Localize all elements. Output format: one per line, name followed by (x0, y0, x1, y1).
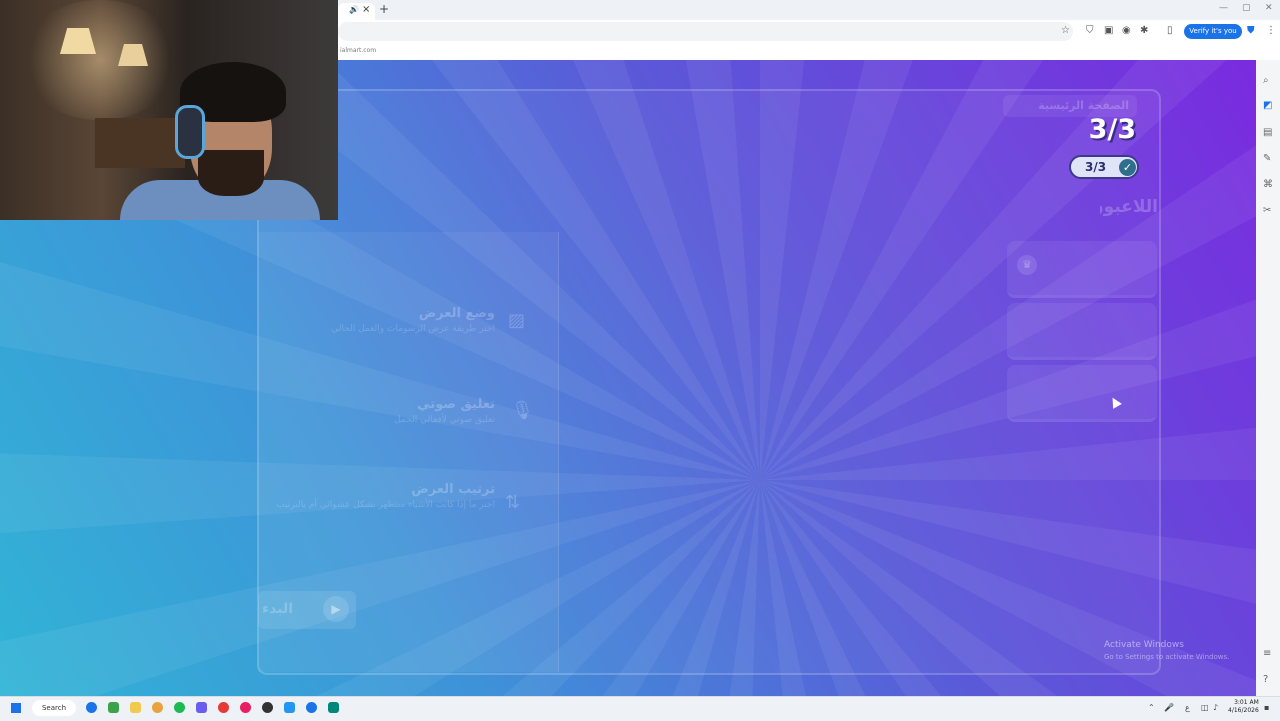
microphone-icon: 🎙 (511, 400, 534, 421)
player-slot-1[interactable]: ♛ (1007, 241, 1157, 298)
edge-icon[interactable] (86, 702, 97, 713)
extension-video-icon[interactable]: ▣ (1104, 25, 1113, 36)
bookmark-star-icon[interactable]: ☆ (1061, 25, 1070, 36)
option-desc: اختر ما إذا كانت الأشياء ستظهر بشكل عشوا… (276, 500, 495, 510)
music-app-icon[interactable] (240, 702, 251, 713)
extensions-puzzle-icon[interactable]: ✱ (1140, 25, 1148, 36)
close-window-icon[interactable]: ✕ (1265, 3, 1273, 13)
tray-volume-icon[interactable]: ♪ (1213, 703, 1218, 712)
tray-chevron-icon[interactable]: ⌃ (1148, 703, 1155, 712)
sidepanel-icon[interactable]: ▯ (1167, 25, 1173, 36)
score-display: 3/3 (1088, 114, 1136, 145)
bookmarks-bar (338, 44, 1280, 60)
bookmark-link[interactable]: ialmart.com (340, 47, 376, 54)
clock-time: 3:01 AM (1234, 699, 1259, 706)
tray-language-icon[interactable]: ع (1185, 703, 1190, 712)
tray-wifi-icon[interactable]: ◫ (1201, 703, 1209, 712)
obs-icon[interactable] (262, 702, 273, 713)
option-title: ترتيب العرض (411, 482, 495, 497)
clock-date: 4/16/2026 (1228, 707, 1259, 714)
taskbar-search[interactable]: Search (32, 700, 76, 716)
notification-icon[interactable]: ▪ (1264, 703, 1269, 712)
security-shield-icon[interactable]: ⛊ (1247, 25, 1255, 36)
image-icon: ▨ (508, 310, 526, 331)
tray-mic-icon[interactable]: 🎤 (1164, 703, 1174, 712)
option-title: وضع العرض (418, 306, 495, 321)
headset (175, 105, 205, 159)
terminal-icon[interactable] (328, 702, 339, 713)
omnibox[interactable] (338, 22, 1073, 41)
spotify-icon[interactable] (174, 702, 185, 713)
tools-icon[interactable]: ✂ (1263, 205, 1271, 216)
option-title: تعليق صوتي (417, 397, 495, 412)
option-desc: تعليق صوتي لأفعالي الحمل (394, 415, 495, 425)
maximize-icon[interactable]: ▢ (1242, 3, 1251, 13)
minecraft-icon[interactable] (108, 702, 119, 713)
menu-icon[interactable]: ⋮ (1266, 25, 1276, 36)
sort-arrows-icon: ⇅ (505, 492, 521, 513)
pill-text: 3/3 (1085, 160, 1107, 174)
file-explorer-icon[interactable] (130, 702, 141, 713)
games-icon[interactable]: ⌘ (1263, 179, 1273, 190)
option-desc: اختر طريقة عرض الرسومات والعمل الحالي (331, 324, 495, 334)
extension-shield-icon[interactable]: ⛉ (1086, 25, 1094, 36)
new-tab-button[interactable]: + (379, 2, 389, 16)
windows-start-icon[interactable] (11, 703, 21, 713)
taskbar (0, 696, 1280, 721)
person-beard (198, 150, 264, 196)
browser-app-icon[interactable] (306, 702, 317, 713)
edit-icon[interactable]: ✎ (1263, 153, 1271, 164)
score-pill: 3/3 ✓ (1069, 155, 1139, 179)
players-title: اللاعبون (1100, 197, 1158, 217)
help-icon[interactable]: ? (1263, 674, 1268, 685)
settings-sliders-icon[interactable]: ≡ (1263, 648, 1271, 659)
player-slot-3[interactable] (1007, 365, 1157, 422)
play-icon[interactable]: ▶ (323, 596, 349, 622)
crown-icon: ♛ (1017, 255, 1037, 275)
taskbar-clock[interactable]: 3:01 AM 4/16/2026 (1228, 699, 1259, 715)
search-icon[interactable]: ⌕ (1263, 75, 1269, 86)
player-slot-2[interactable] (1007, 303, 1157, 360)
minimize-icon[interactable]: — (1219, 3, 1228, 13)
activate-windows-title: Activate Windows (1104, 640, 1184, 650)
webcam-overlay (0, 0, 338, 220)
copilot-icon[interactable]: ◩ (1263, 100, 1272, 111)
extension-icon[interactable]: ◉ (1122, 25, 1131, 36)
app-icon[interactable] (284, 702, 295, 713)
desk (95, 118, 185, 168)
activate-windows-subtitle: Go to Settings to activate Windows. (1104, 653, 1230, 661)
shopping-icon[interactable]: ▤ (1263, 127, 1272, 138)
speaker-icon[interactable]: 🔊 (349, 5, 359, 14)
close-tab-icon[interactable]: × (362, 4, 370, 15)
play-label: البدء (262, 601, 294, 617)
chrome-icon[interactable] (152, 702, 163, 713)
record-app-icon[interactable] (218, 702, 229, 713)
check-icon: ✓ (1119, 159, 1136, 176)
lamp-glow (20, 0, 180, 120)
browser-tab[interactable]: 🔊 × (338, 3, 375, 20)
discord-icon[interactable] (196, 702, 207, 713)
verify-button[interactable]: Verify it's you (1184, 24, 1242, 39)
